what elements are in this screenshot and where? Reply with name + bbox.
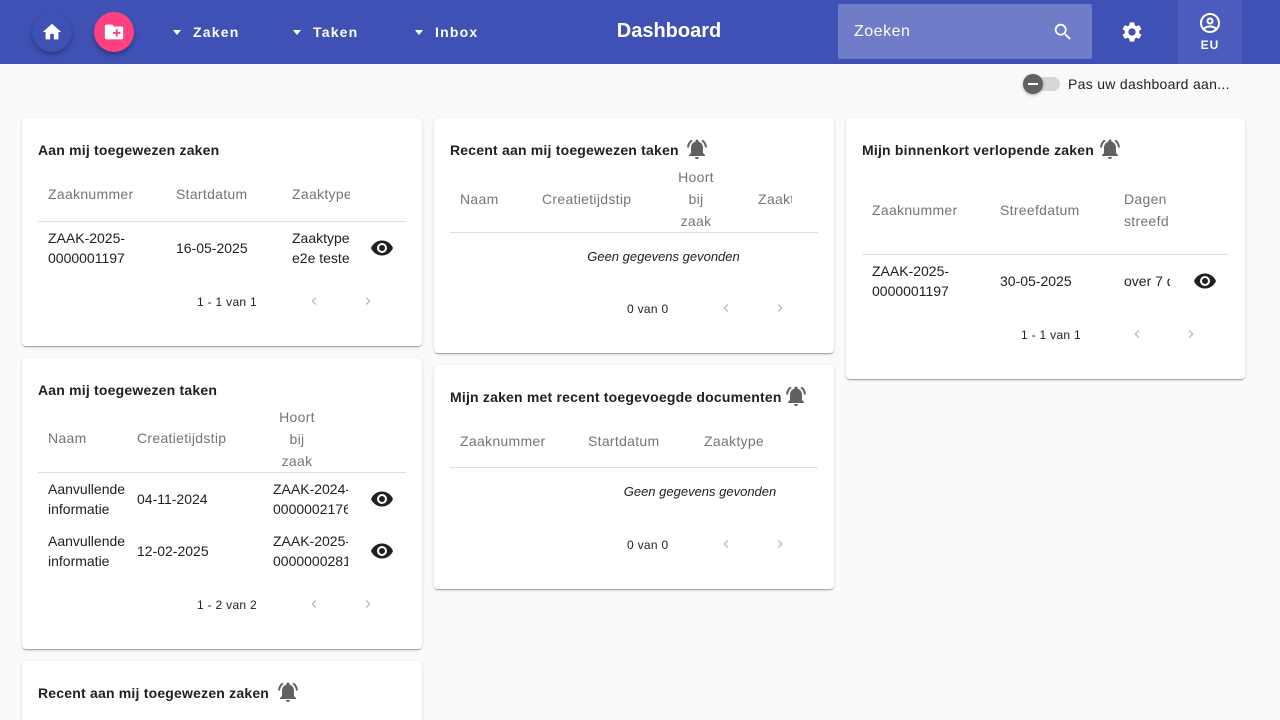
empty-state: Geen gegevens gevonden: [623, 484, 777, 499]
customize-dashboard-toggle[interactable]: Pas uw dashboard aan...: [1023, 74, 1230, 94]
cell-zaaktype-line2: e2e teste: [292, 250, 350, 266]
card-recent-taken: Recent aan mij toegewezen taken Naam Cre…: [434, 118, 834, 353]
chevron-right-icon[interactable]: [360, 293, 376, 309]
chevron-left-icon[interactable]: [1129, 326, 1145, 342]
cell-zaaknummer-line1: ZAAK-2025-: [48, 230, 126, 246]
toggle-thumb: [1023, 74, 1043, 94]
cell-zaaknummer-line1: ZAAK-2025-: [872, 263, 950, 279]
bell-ring-icon[interactable]: [784, 384, 808, 408]
cell-zaaktype-line1: Zaaktype: [292, 230, 350, 246]
bell-ring-icon[interactable]: [1098, 137, 1122, 161]
column-header[interactable]: Streefdatum: [1000, 202, 1080, 218]
column-header[interactable]: Naam: [48, 430, 87, 446]
cell-zaaknummer-line2: 0000001197: [872, 283, 949, 299]
column-header[interactable]: Startdatum: [176, 186, 247, 202]
column-header-line: bij: [289, 431, 305, 447]
cell-zaak-line1: ZAAK-2025-: [273, 533, 348, 549]
column-header[interactable]: Naam: [460, 191, 499, 207]
column-header[interactable]: Creatietijdstip: [542, 191, 631, 207]
column-header[interactable]: Creatietijdstip: [137, 430, 226, 446]
user-initials: EU: [1200, 38, 1220, 52]
divider: [38, 472, 406, 473]
column-header[interactable]: Zaaknummer: [48, 186, 133, 202]
account-circle-icon: [1200, 13, 1220, 33]
column-header[interactable]: Dagen t streefd: [1124, 188, 1170, 232]
empty-state: Geen gegevens gevonden: [587, 249, 740, 264]
card-recent-documenten: Mijn zaken met recent toegevoegde docume…: [434, 365, 834, 589]
cell-naam-line1: Aanvullende: [48, 533, 126, 549]
column-header[interactable]: Zaakt: [758, 191, 792, 207]
search-box: [838, 4, 1092, 59]
chevron-right-icon[interactable]: [360, 596, 376, 612]
card-title: Recent aan mij toegewezen zaken: [38, 685, 270, 701]
cell-zaak-line1: ZAAK-2024-: [273, 481, 348, 497]
column-header[interactable]: Hoort bij zaak: [671, 166, 721, 232]
chevron-left-icon[interactable]: [306, 596, 322, 612]
cell-startdatum: 16-05-2025: [176, 240, 248, 256]
card-verlopende-zaken: Mijn binnenkort verlopende zaken Zaaknum…: [846, 118, 1245, 379]
chevron-right-icon[interactable]: [772, 536, 788, 552]
cell-naam-line1: Aanvullende: [48, 481, 126, 497]
card-title: Aan mij toegewezen taken: [38, 382, 218, 398]
chevron-right-icon[interactable]: [772, 300, 788, 316]
search-input[interactable]: [854, 4, 1044, 59]
column-header[interactable]: Zaaktype: [292, 186, 350, 202]
gear-icon[interactable]: [1120, 20, 1144, 44]
search-icon[interactable]: [1052, 21, 1074, 43]
paginator-range: 1 - 1 van 1: [197, 295, 258, 309]
divider: [38, 221, 406, 222]
column-header-line: bij: [688, 191, 704, 207]
column-header-line: Hoort: [279, 409, 315, 425]
column-header-line: Dagen t: [1124, 191, 1170, 207]
paginator-range: 1 - 2 van 2: [197, 598, 258, 612]
column-header[interactable]: Zaaknummer: [872, 202, 957, 218]
bell-ring-icon[interactable]: [685, 137, 709, 161]
cell-naam-line2: informatie: [48, 553, 110, 569]
paginator-range: 0 van 0: [627, 538, 669, 552]
eye-icon[interactable]: [1193, 269, 1217, 293]
cell-creatietijdstip: 04-11-2024: [137, 491, 208, 507]
cell-naam-line2: informatie: [48, 501, 110, 517]
user-menu-button[interactable]: EU: [1178, 0, 1242, 64]
paginator-range: 1 - 1 van 1: [1021, 328, 1082, 342]
eye-icon[interactable]: [370, 539, 394, 563]
cell-zaak-line2: 0000002176: [273, 501, 348, 517]
bell-ring-icon[interactable]: [276, 680, 300, 704]
toggle-label: Pas uw dashboard aan...: [1068, 76, 1230, 92]
eye-icon[interactable]: [370, 236, 394, 260]
chevron-left-icon[interactable]: [718, 300, 734, 316]
divider: [450, 232, 818, 233]
card-title: Mijn zaken met recent toegevoegde docume…: [450, 389, 782, 405]
cell-creatietijdstip: 12-02-2025: [137, 543, 209, 559]
column-header-line: zaak: [680, 213, 712, 229]
column-header[interactable]: Zaaktype: [704, 433, 764, 449]
eye-icon[interactable]: [370, 487, 394, 511]
chevron-left-icon[interactable]: [306, 293, 322, 309]
cell-dagen: over 7 d: [1124, 273, 1170, 289]
card-taken-mij: Aan mij toegewezen taken Naam Creatietij…: [22, 358, 422, 649]
column-header[interactable]: Hoort bij zaak: [272, 406, 322, 472]
chevron-right-icon[interactable]: [1183, 326, 1199, 342]
column-header-line: streefd: [1124, 213, 1169, 229]
top-toolbar: Zaken Taken Inbox Dashboard EU: [0, 0, 1280, 64]
column-header-line: zaak: [281, 453, 313, 469]
paginator-range: 0 van 0: [627, 302, 669, 316]
card-recent-zaken: Recent aan mij toegewezen zaken: [22, 661, 422, 720]
column-header-line: Hoort: [678, 169, 714, 185]
card-title: Recent aan mij toegewezen taken: [450, 142, 679, 158]
divider: [450, 467, 818, 468]
toggle-track: [1023, 74, 1060, 94]
cell-zaaknummer-line2: 0000001197: [48, 250, 125, 266]
column-header[interactable]: Startdatum: [588, 433, 659, 449]
card-zaken-mij: Aan mij toegewezen zaken Zaaknummer Star…: [22, 118, 422, 346]
cell-streefdatum: 30-05-2025: [1000, 273, 1072, 289]
column-header[interactable]: Zaaknummer: [460, 433, 545, 449]
card-title: Mijn binnenkort verlopende zaken: [862, 142, 1094, 158]
cell-zaak-line2: 0000000281: [273, 553, 348, 569]
chevron-left-icon[interactable]: [718, 536, 734, 552]
card-title: Aan mij toegewezen zaken: [38, 142, 220, 158]
divider: [862, 254, 1229, 255]
